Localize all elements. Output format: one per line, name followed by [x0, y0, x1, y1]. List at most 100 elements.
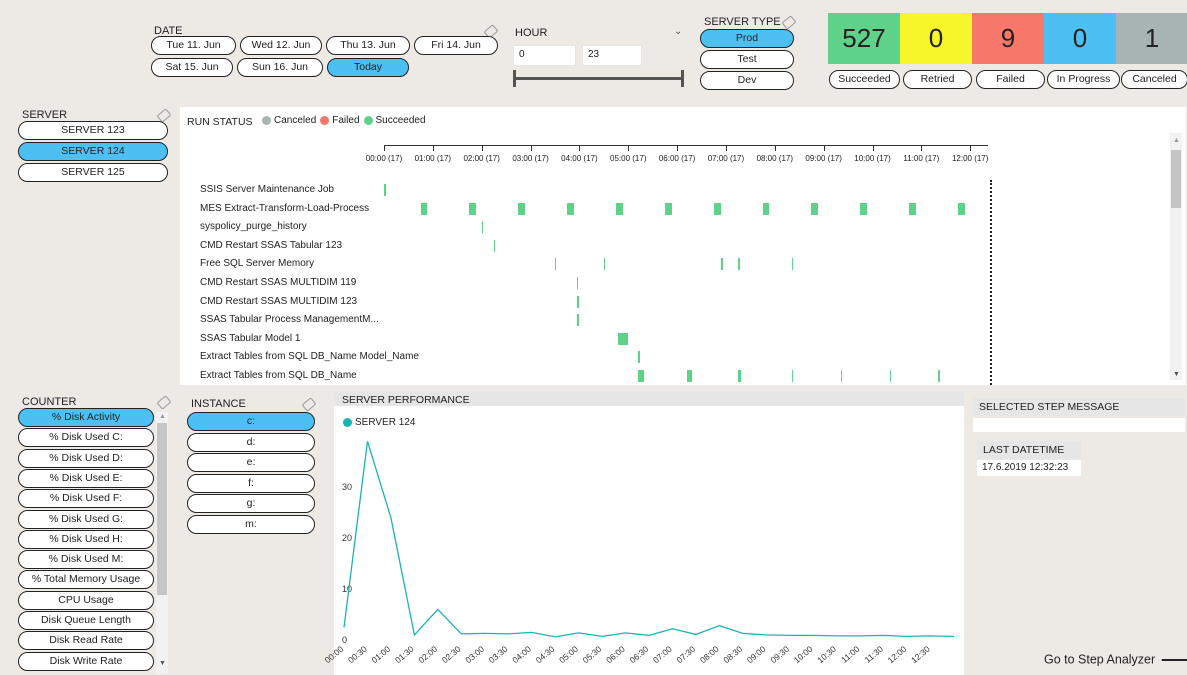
- scroll-up-icon[interactable]: ▲: [1173, 137, 1180, 144]
- job-name[interactable]: CMD Restart SSAS MULTIDIM 123: [200, 296, 357, 307]
- counter-item[interactable]: % Disk Activity: [18, 408, 154, 427]
- job-name[interactable]: CMD Restart SSAS Tabular 123: [200, 240, 342, 251]
- job-name[interactable]: syspolicy_purge_history: [200, 221, 307, 232]
- job-run-bar[interactable]: [576, 277, 579, 289]
- job-run-bar[interactable]: [713, 202, 721, 215]
- job-run-bar[interactable]: [686, 370, 692, 382]
- instance-item[interactable]: f:: [187, 473, 315, 493]
- instance-item[interactable]: g:: [187, 494, 315, 513]
- counter-item[interactable]: % Total Memory Usage: [18, 570, 154, 590]
- date-button-sat-15-jun[interactable]: Sat 15. Jun: [151, 58, 233, 77]
- clear-counter-icon[interactable]: [156, 395, 172, 410]
- hour-min-input[interactable]: 0: [513, 45, 576, 66]
- date-button-fri-14-jun[interactable]: Fri 14. Jun: [414, 36, 498, 55]
- job-run-bar[interactable]: [738, 370, 742, 382]
- job-name[interactable]: MES Extract-Transform-Load-Process: [200, 203, 369, 214]
- hour-slider-track[interactable]: [515, 77, 683, 80]
- date-button-tue-11-jun[interactable]: Tue 11. Jun: [151, 36, 236, 55]
- job-run-bar[interactable]: [762, 202, 770, 215]
- date-button-sun-16-jun[interactable]: Sun 16. Jun: [237, 58, 323, 77]
- counter-scrollbar-thumb[interactable]: [157, 423, 167, 595]
- server-type-test[interactable]: Test: [700, 50, 794, 69]
- job-run-bar[interactable]: [469, 202, 477, 215]
- job-run-bar[interactable]: [664, 202, 672, 215]
- job-run-bar[interactable]: [554, 258, 557, 271]
- job-run-bar[interactable]: [518, 202, 526, 215]
- kpi-canceled-button[interactable]: Canceled: [1121, 70, 1187, 89]
- job-name[interactable]: SSAS Tabular Process ManagementM...: [200, 314, 379, 325]
- chevron-down-icon[interactable]: ⌄: [674, 26, 682, 37]
- job-name[interactable]: Extract Tables from SQL DB_Name Model_Na…: [200, 351, 419, 362]
- legend-item-canceled[interactable]: Canceled: [262, 115, 316, 126]
- job-run-bar[interactable]: [616, 202, 623, 215]
- hour-max-input[interactable]: 23: [582, 45, 642, 66]
- job-run-bar[interactable]: [938, 370, 940, 382]
- counter-item[interactable]: Disk Queue Length: [18, 611, 154, 630]
- counter-item[interactable]: Disk Write Rate: [18, 651, 154, 671]
- job-run-bar[interactable]: [860, 202, 868, 215]
- clear-instance-icon[interactable]: [301, 397, 317, 412]
- job-name[interactable]: Extract Tables from SQL DB_Name: [200, 370, 357, 381]
- job-run-bar[interactable]: [618, 332, 629, 345]
- date-button-wed-12-jun[interactable]: Wed 12. Jun: [240, 36, 322, 55]
- counter-scroll-up-icon[interactable]: ▲: [159, 413, 166, 420]
- kpi-succeeded-button[interactable]: Succeeded: [829, 70, 900, 89]
- counter-item[interactable]: CPU Usage: [18, 590, 154, 610]
- job-name[interactable]: SSIS Server Maintenance Job: [200, 184, 334, 195]
- job-name[interactable]: SSAS Tabular Model 1: [200, 333, 300, 344]
- job-run-bar[interactable]: [567, 202, 575, 215]
- run-status-scrollbar-thumb[interactable]: [1171, 150, 1181, 208]
- job-run-bar[interactable]: [889, 370, 892, 382]
- counter-item[interactable]: % Disk Used C:: [18, 428, 154, 448]
- job-run-bar[interactable]: [493, 239, 496, 252]
- job-run-bar[interactable]: [384, 184, 386, 196]
- scroll-down-icon[interactable]: ▼: [1173, 371, 1180, 378]
- job-name[interactable]: CMD Restart SSAS MULTIDIM 119: [200, 277, 356, 288]
- job-run-bar[interactable]: [576, 314, 579, 327]
- job-run-bar[interactable]: [638, 351, 640, 364]
- counter-item[interactable]: % Disk Used H:: [18, 529, 154, 549]
- job-run-bar[interactable]: [738, 258, 740, 271]
- job-run-bar[interactable]: [420, 202, 428, 215]
- counter-item[interactable]: % Disk Used M:: [18, 550, 154, 570]
- counter-item[interactable]: % Disk Used G:: [18, 509, 154, 529]
- server-item-server-123[interactable]: SERVER 123: [18, 121, 168, 140]
- counter-item[interactable]: % Disk Used E:: [18, 468, 154, 488]
- job-run-bar[interactable]: [909, 202, 916, 215]
- counter-item[interactable]: Disk Read Rate: [18, 631, 154, 651]
- legend-item-succeeded[interactable]: Succeeded: [363, 115, 426, 126]
- hour-slider-min-handle[interactable]: [513, 70, 516, 87]
- server-type-prod[interactable]: Prod: [700, 29, 794, 48]
- kpi-in-progress-button[interactable]: In Progress: [1047, 70, 1120, 89]
- last-datetime-value: 17.6.2019 12:32:23: [982, 462, 1069, 473]
- kpi-retried-button[interactable]: Retried: [903, 70, 972, 89]
- legend-item-failed[interactable]: Failed: [320, 115, 360, 126]
- instance-item[interactable]: m:: [187, 514, 315, 534]
- job-run-bar[interactable]: [791, 258, 794, 271]
- go-to-step-analyzer-button[interactable]: Go to Step Analyzer ⟶: [1044, 644, 1187, 675]
- job-run-bar[interactable]: [791, 370, 794, 382]
- date-button-today[interactable]: Today: [327, 58, 409, 77]
- job-name[interactable]: Free SQL Server Memory: [200, 258, 314, 269]
- job-run-bar[interactable]: [957, 202, 965, 215]
- instance-item[interactable]: c:: [187, 412, 315, 431]
- job-run-bar[interactable]: [576, 295, 579, 308]
- instance-item[interactable]: d:: [187, 432, 315, 452]
- kpi-failed-button[interactable]: Failed: [976, 70, 1045, 89]
- counter-item[interactable]: % Disk Used F:: [18, 489, 154, 509]
- counter-item[interactable]: % Disk Used D:: [18, 448, 154, 468]
- counter-scroll-down-icon[interactable]: ▼: [159, 660, 166, 667]
- clear-server-type-icon[interactable]: [781, 15, 797, 30]
- job-run-bar[interactable]: [481, 221, 484, 234]
- job-run-bar[interactable]: [721, 258, 723, 271]
- server-item-server-125[interactable]: SERVER 125: [18, 163, 168, 182]
- hour-slider-max-handle[interactable]: [681, 70, 684, 87]
- job-run-bar[interactable]: [603, 258, 606, 271]
- job-run-bar[interactable]: [638, 370, 644, 382]
- instance-item[interactable]: e:: [187, 453, 315, 472]
- server-item-server-124[interactable]: SERVER 124: [18, 142, 168, 161]
- date-button-thu-13-jun[interactable]: Thu 13. Jun: [326, 36, 410, 55]
- job-run-bar[interactable]: [840, 370, 843, 382]
- server-type-dev[interactable]: Dev: [700, 71, 794, 90]
- job-run-bar[interactable]: [811, 202, 819, 215]
